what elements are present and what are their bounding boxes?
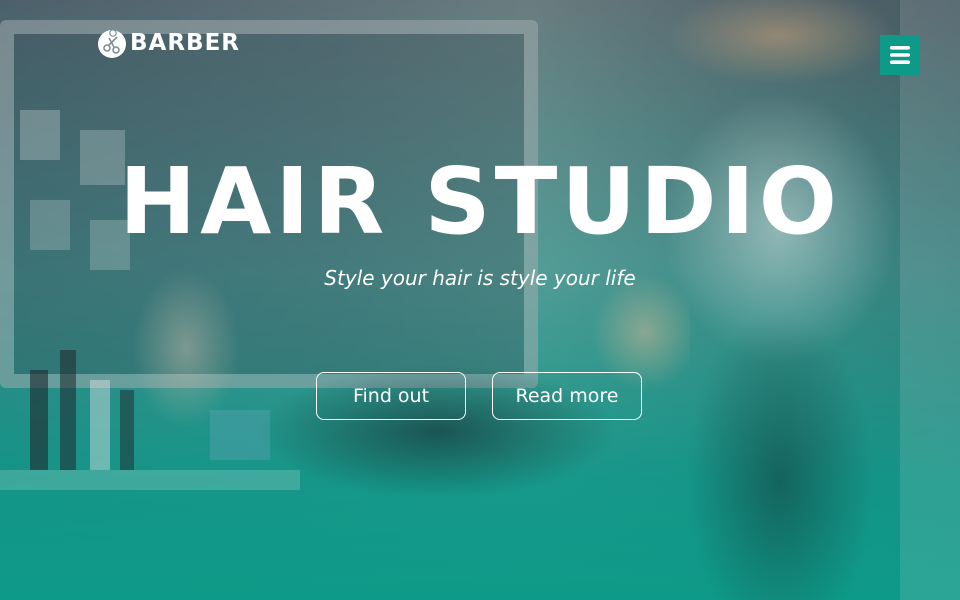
hero-background: [0, 0, 960, 600]
hamburger-menu-icon: [890, 46, 910, 64]
read-more-button[interactable]: Read more: [492, 372, 642, 420]
scissors-person-icon: [98, 29, 126, 58]
barber-photo: [650, 0, 910, 600]
logo-text: BARBER: [130, 30, 240, 56]
menu-button[interactable]: [880, 35, 920, 75]
hero-subtitle: Style your hair is style your life: [324, 266, 636, 290]
hero-title: HAIR STUDIO: [119, 148, 841, 255]
find-out-button[interactable]: Find out: [316, 372, 466, 420]
site-logo[interactable]: BARBER: [96, 24, 240, 62]
